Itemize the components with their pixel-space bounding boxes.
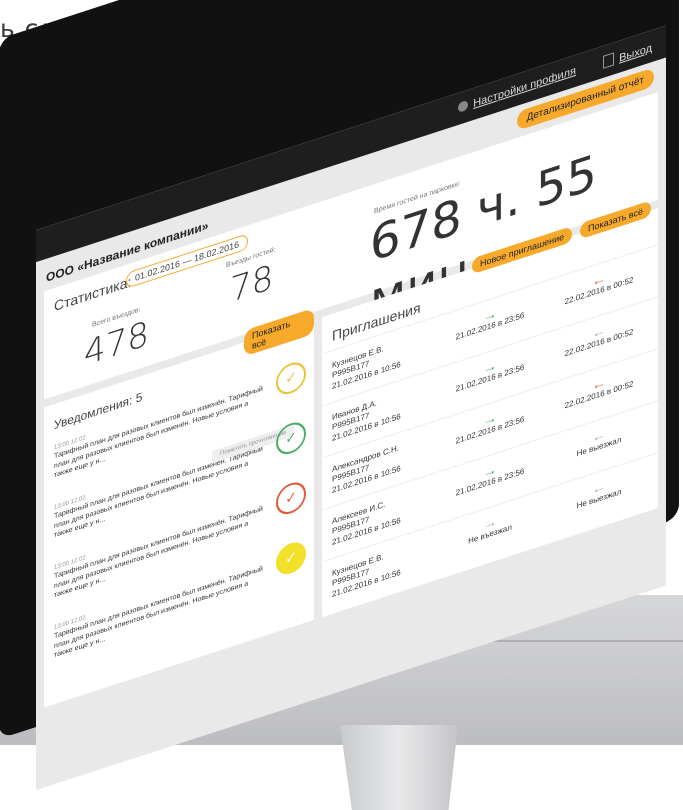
monitor-stand (340, 725, 458, 810)
check-icon[interactable]: ✓ (276, 538, 306, 579)
guest-info: Кузнецов Е.В. Р995В177 21.02.2016 в 10:56 (332, 552, 401, 599)
arrow-left-icon: ← (592, 268, 606, 290)
statistics-title: Статистика: (54, 273, 132, 315)
check-icon[interactable]: ✓ (276, 478, 306, 519)
gear-icon (458, 99, 469, 113)
arrow-right-icon: → (483, 304, 497, 325)
exit-icon (603, 52, 615, 69)
logout-label: Выход (619, 42, 652, 65)
check-icon[interactable]: ✓ (276, 418, 306, 459)
check-icon[interactable]: ✓ (276, 358, 306, 399)
logout-link[interactable]: Выход (603, 40, 652, 70)
